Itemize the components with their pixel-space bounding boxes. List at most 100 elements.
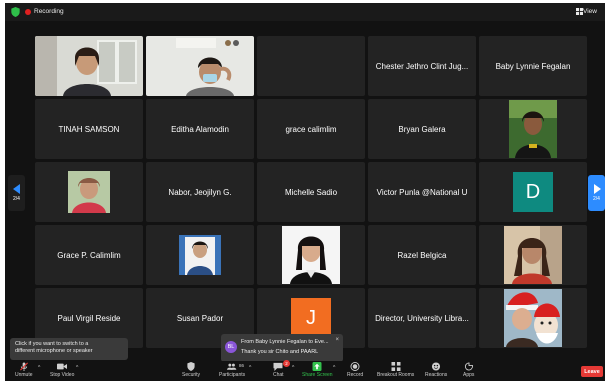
participant-name: Victor Punla @National U xyxy=(376,187,468,197)
chevron-up-icon[interactable]: ^ xyxy=(76,365,78,371)
chat-unread-badge: 2 xyxy=(283,360,290,367)
apps-button[interactable]: Apps xyxy=(463,362,474,378)
chevron-up-icon[interactable]: ^ xyxy=(38,365,40,371)
share-screen-icon xyxy=(312,362,322,371)
participant-tile[interactable]: Michelle Sadio xyxy=(257,162,365,222)
chat-message: Thank you sir Chito and PAARL xyxy=(241,349,319,355)
photo-tile[interactable] xyxy=(479,288,587,348)
chat-bubble-icon xyxy=(273,362,283,371)
security-label: Security xyxy=(182,372,201,378)
apps-label: Apps xyxy=(463,372,475,378)
profile-photo xyxy=(504,226,562,284)
participant-tile[interactable]: Director, University Libra... xyxy=(368,288,476,348)
participant-name: grace calimlim xyxy=(285,124,337,134)
security-button[interactable]: Security xyxy=(182,362,200,378)
participant-name: Bryan Galera xyxy=(398,124,446,134)
participants-label: Participants xyxy=(219,372,246,378)
participant-name: Chester Jethro Clint Jug... xyxy=(375,61,469,71)
profile-photo xyxy=(68,171,110,213)
photo-tile[interactable] xyxy=(479,225,587,285)
participants-count: 86 xyxy=(239,363,245,368)
avatar-letter: D xyxy=(513,172,553,212)
participant-tile[interactable]: Grace P. Calimlim xyxy=(35,225,143,285)
video-tile[interactable] xyxy=(35,36,143,96)
video-tile[interactable] xyxy=(146,36,254,96)
stop-video-button[interactable]: Stop Video xyxy=(50,362,74,378)
unmute-label: Unmute xyxy=(15,372,33,378)
reactions-label: Reactions xyxy=(425,372,448,378)
recording-dot-icon xyxy=(25,9,31,15)
audio-device-tooltip: Click if you want to switch to a differe… xyxy=(10,338,128,360)
chat-notification[interactable]: BL From Baby Lynnie Fegalan to Eve... Th… xyxy=(221,334,343,362)
chat-label: Chat xyxy=(273,372,284,378)
profile-photo xyxy=(504,289,562,347)
avatar-letter: J xyxy=(291,298,331,338)
record-icon xyxy=(350,362,360,371)
photo-tile[interactable] xyxy=(257,225,365,285)
participant-tile[interactable]: Editha Alamodin xyxy=(146,99,254,159)
share-screen-label: Share Screen xyxy=(302,372,333,378)
smiley-icon xyxy=(432,362,441,371)
chat-sender: From Baby Lynnie Fegalan to Eve... xyxy=(241,339,329,345)
top-bar: Recording View xyxy=(5,3,605,21)
chevron-left-icon xyxy=(12,184,20,194)
page-indicator: 2/4 xyxy=(593,196,600,202)
view-button[interactable]: View xyxy=(583,7,597,17)
sender-avatar: BL xyxy=(225,341,237,353)
profile-photo xyxy=(282,226,340,284)
participant-tile[interactable]: TINAH SAMSON xyxy=(35,99,143,159)
participant-tile[interactable]: Bryan Galera xyxy=(368,99,476,159)
breakout-rooms-button[interactable]: Breakout Rooms xyxy=(377,362,414,378)
chevron-right-icon xyxy=(593,184,601,194)
breakout-rooms-icon xyxy=(391,362,401,371)
profile-photo xyxy=(179,235,221,275)
participants-icon xyxy=(227,363,237,370)
photo-tile[interactable] xyxy=(146,225,254,285)
participant-video xyxy=(35,36,143,96)
participant-tile[interactable]: Baby Lynnie Fegalan xyxy=(479,36,587,96)
participant-tile[interactable]: Victor Punla @National U xyxy=(368,162,476,222)
participant-name: Razel Belgica xyxy=(397,250,447,260)
participant-video xyxy=(146,36,254,96)
profile-photo xyxy=(509,100,557,158)
reactions-button[interactable]: Reactions xyxy=(425,362,447,378)
avatar-tile[interactable]: D xyxy=(479,162,587,222)
record-button[interactable]: Record xyxy=(347,362,363,378)
leave-button[interactable]: Leave xyxy=(581,366,603,377)
photo-tile[interactable] xyxy=(479,99,587,159)
chevron-up-icon[interactable]: ^ xyxy=(333,365,335,371)
record-label: Record xyxy=(347,372,364,378)
empty-tile xyxy=(257,36,365,96)
participant-name: Baby Lynnie Fegalan xyxy=(495,61,571,71)
previous-page-button[interactable]: 2/4 xyxy=(8,175,25,211)
stop-video-label: Stop Video xyxy=(50,372,75,378)
close-icon[interactable]: × xyxy=(335,337,339,343)
participant-tile[interactable]: Chester Jethro Clint Jug... xyxy=(368,36,476,96)
participant-name: Nabor, Jeojilyn G. xyxy=(168,187,232,197)
participant-name: Grace P. Calimlim xyxy=(57,250,121,260)
photo-tile[interactable] xyxy=(35,162,143,222)
grid-view-icon[interactable] xyxy=(576,8,583,15)
participant-name: Director, University Libra... xyxy=(375,313,469,323)
chevron-up-icon[interactable]: ^ xyxy=(249,365,251,371)
muted-mic-icon xyxy=(19,362,28,371)
participant-tile[interactable]: grace calimlim xyxy=(257,99,365,159)
chevron-up-icon[interactable]: ^ xyxy=(292,365,294,371)
security-shield-icon xyxy=(187,362,195,371)
tooltip-line: Click if you want to switch to a xyxy=(15,341,89,347)
unmute-button[interactable]: Unmute xyxy=(15,362,33,378)
participant-name: TINAH SAMSON xyxy=(58,124,120,134)
share-screen-button[interactable]: Share Screen xyxy=(302,362,333,378)
breakout-rooms-label: Breakout Rooms xyxy=(377,372,415,378)
meeting-toolbar: Unmute ^ Stop Video ^ Security Participa… xyxy=(5,360,605,381)
next-page-button[interactable]: 2/4 xyxy=(588,175,605,211)
video-camera-icon xyxy=(57,363,68,370)
participant-tile[interactable]: Nabor, Jeojilyn G. xyxy=(146,162,254,222)
chat-button[interactable]: Chat xyxy=(273,362,284,378)
page-indicator: 2/4 xyxy=(13,196,20,202)
participant-name: Michelle Sadio xyxy=(284,187,338,197)
tooltip-line: different microphone or speaker xyxy=(15,348,93,354)
participant-name: Editha Alamodin xyxy=(171,124,229,134)
participant-tile[interactable]: Razel Belgica xyxy=(368,225,476,285)
shield-icon[interactable] xyxy=(11,7,20,17)
